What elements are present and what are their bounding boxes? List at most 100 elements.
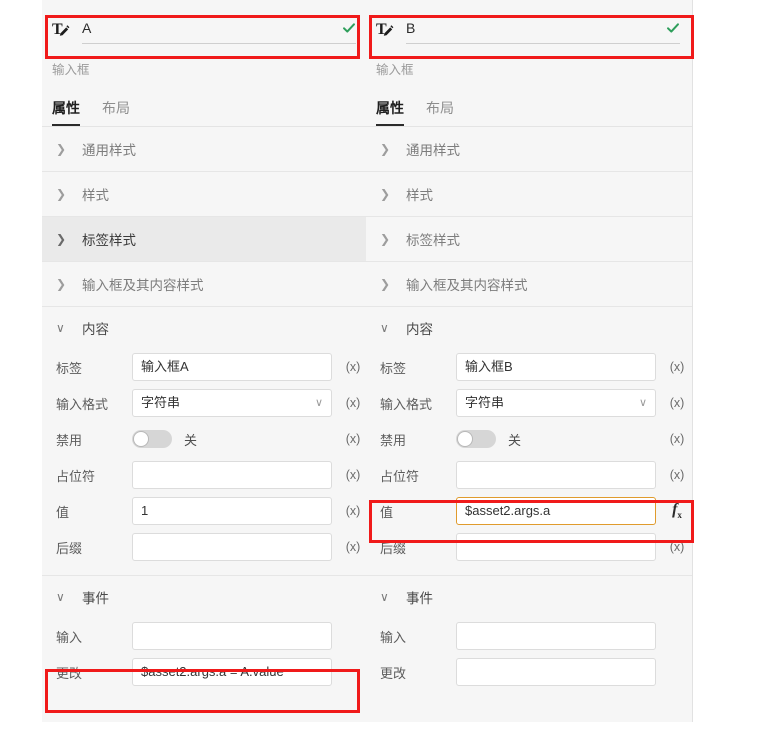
field-control: 输入框A: [132, 353, 332, 381]
accordion-header-0[interactable]: ❯ 通用样式: [366, 127, 692, 172]
expression-toggle-button[interactable]: (x): [662, 360, 692, 374]
field-value: 字符串: [465, 395, 505, 410]
field-label: 禁用: [56, 432, 83, 448]
chevron-right-icon: ❯: [56, 142, 67, 156]
field-row: 占位符 (x): [42, 457, 368, 493]
chevron-right-icon: ❯: [380, 277, 391, 291]
toggle-switch[interactable]: [132, 430, 172, 448]
text-edit-icon: T: [374, 17, 398, 41]
field-control: [456, 658, 656, 686]
expression-toggle-button[interactable]: (x): [338, 540, 368, 554]
text-field[interactable]: $asset2.args.a: [456, 497, 656, 525]
tab-layout[interactable]: 布局: [426, 98, 454, 126]
chevron-down-icon: ∨: [56, 590, 65, 604]
field-label: 占位符: [380, 468, 420, 484]
text-field[interactable]: [456, 461, 656, 489]
field-row: 输入: [42, 618, 368, 654]
screenshot-root: T A 输入框 属性 布局 ❯ 通用样式 ❯ 样式 ❯ 标签样式 ❯ 输入框及其内容样式 ∨ 内容 标签 输入框…: [0, 0, 759, 740]
expression-toggle-button[interactable]: (x): [662, 540, 692, 554]
accordion-label: 通用样式: [82, 143, 136, 158]
field-row: 输入格式 字符串 ∨ (x): [366, 385, 692, 421]
chevron-down-icon: ∨: [314, 397, 323, 409]
group-body-0: 标签 输入框A (x) 输入格式 字符串 ∨ (x) 禁用 关 (x) 占位符 (x) 值 1 (x) 后缀 (…: [42, 349, 368, 575]
expression-toggle-button[interactable]: (x): [662, 468, 692, 482]
group-header-1[interactable]: ∨ 事件: [42, 576, 368, 618]
field-control: 字符串 ∨: [456, 389, 656, 417]
field-control: 输入框B: [456, 353, 656, 381]
check-icon[interactable]: [666, 21, 680, 35]
group-title: 事件: [82, 591, 109, 606]
field-control: 1: [132, 497, 332, 525]
field-control: 关: [456, 430, 656, 449]
tab-properties[interactable]: 属性: [376, 98, 404, 126]
chevron-right-icon: ❯: [380, 232, 391, 246]
expression-toggle-button[interactable]: (x): [338, 360, 368, 374]
text-field[interactable]: [132, 461, 332, 489]
group-header-0[interactable]: ∨ 内容: [42, 307, 368, 349]
accordion-header-3[interactable]: ❯ 输入框及其内容样式: [42, 262, 368, 307]
property-panel-a: T A 输入框 属性 布局 ❯ 通用样式 ❯ 样式 ❯ 标签样式 ❯ 输入框及其内容样式 ∨ 内容 标签 输入框…: [42, 0, 369, 722]
field-label: 更改: [56, 665, 83, 681]
group-body-1: 输入更改 $asset2.args.a = A.value: [42, 618, 368, 700]
accordion-header-0[interactable]: ❯ 通用样式: [42, 127, 368, 172]
field-control: [132, 533, 332, 561]
field-row: 值 $asset2.args.a fx: [366, 493, 692, 529]
select-field[interactable]: 字符串 ∨: [456, 389, 656, 417]
field-label: 占位符: [56, 468, 96, 484]
text-field[interactable]: [132, 533, 332, 561]
field-row: 占位符 (x): [366, 457, 692, 493]
group-title: 内容: [82, 322, 109, 337]
text-field[interactable]: [456, 658, 656, 686]
expression-toggle-button[interactable]: (x): [338, 504, 368, 518]
expression-toggle-button[interactable]: (x): [338, 396, 368, 410]
text-field[interactable]: 输入框B: [456, 353, 656, 381]
chevron-right-icon: ❯: [380, 187, 391, 201]
field-value: 1: [141, 503, 149, 518]
tab-properties[interactable]: 属性: [52, 98, 80, 126]
accordion-label: 输入框及其内容样式: [82, 278, 204, 293]
text-field[interactable]: 输入框A: [132, 353, 332, 381]
text-field[interactable]: [456, 622, 656, 650]
accordion-header-1[interactable]: ❯ 样式: [42, 172, 368, 217]
accordion-label: 标签样式: [82, 233, 136, 248]
group-header-0[interactable]: ∨ 内容: [366, 307, 692, 349]
component-name-value: A: [82, 19, 92, 36]
group-title: 事件: [406, 591, 433, 606]
accordion-label: 输入框及其内容样式: [406, 278, 528, 293]
text-field[interactable]: $asset2.args.a = A.value: [132, 658, 332, 686]
text-edit-icon: T: [50, 17, 74, 41]
component-name-value: B: [406, 19, 416, 36]
chevron-down-icon: ∨: [380, 590, 389, 604]
check-icon[interactable]: [342, 21, 356, 35]
component-name-input-b[interactable]: B: [406, 14, 680, 44]
field-value: $asset2.args.a: [465, 503, 551, 518]
chevron-right-icon: ❯: [56, 187, 67, 201]
accordion-header-3[interactable]: ❯ 输入框及其内容样式: [366, 262, 692, 307]
component-type-label: 输入框: [376, 63, 414, 77]
expression-fx-button[interactable]: fx: [662, 501, 692, 520]
group-header-1[interactable]: ∨ 事件: [366, 576, 692, 618]
accordion-header-2[interactable]: ❯ 标签样式: [366, 217, 692, 262]
field-label: 后缀: [380, 540, 407, 556]
field-label: 后缀: [56, 540, 83, 556]
expression-toggle-button[interactable]: (x): [662, 396, 692, 410]
field-label: 输入格式: [56, 396, 109, 412]
field-value: 字符串: [141, 395, 181, 410]
expression-toggle-button[interactable]: (x): [662, 432, 692, 446]
text-field[interactable]: 1: [132, 497, 332, 525]
expression-toggle-button[interactable]: (x): [338, 468, 368, 482]
component-name-input-a[interactable]: A: [82, 14, 356, 44]
tab-layout[interactable]: 布局: [102, 98, 130, 126]
panel-tabs-b: 属性 布局: [366, 87, 692, 127]
chevron-down-icon: ∨: [380, 321, 389, 335]
select-field[interactable]: 字符串 ∨: [132, 389, 332, 417]
toggle-switch[interactable]: [456, 430, 496, 448]
accordion-header-2[interactable]: ❯ 标签样式: [42, 217, 368, 262]
text-field[interactable]: [132, 622, 332, 650]
text-field[interactable]: [456, 533, 656, 561]
field-control: [132, 461, 332, 489]
group-body-1: 输入 更改: [366, 618, 692, 700]
expression-toggle-button[interactable]: (x): [338, 432, 368, 446]
accordion-header-1[interactable]: ❯ 样式: [366, 172, 692, 217]
accordion-label: 标签样式: [406, 233, 460, 248]
